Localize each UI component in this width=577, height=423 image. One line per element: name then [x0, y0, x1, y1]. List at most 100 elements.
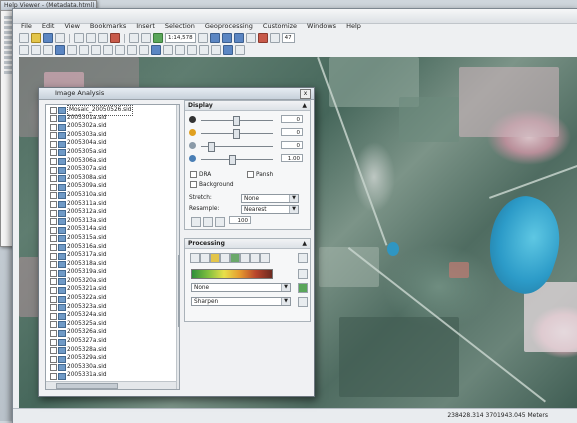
- paste-icon[interactable]: [98, 33, 108, 43]
- menu-windows[interactable]: Windows: [307, 21, 336, 32]
- layer-row[interactable]: 2005325a.sid: [46, 320, 179, 329]
- layer-row[interactable]: 2005308a.sid: [46, 174, 179, 183]
- processing-panel-header[interactable]: Processing ▲: [185, 239, 310, 249]
- layer-row[interactable]: 2005327a.sid: [46, 337, 179, 346]
- function-1-apply-icon[interactable]: [298, 283, 308, 293]
- hillshade-icon[interactable]: [240, 253, 250, 263]
- undo-icon[interactable]: [129, 33, 139, 43]
- layer-checkbox[interactable]: [50, 209, 57, 217]
- layer-checkbox[interactable]: [50, 115, 57, 123]
- apply-value-field[interactable]: 100: [229, 216, 259, 226]
- arctoolbox-icon[interactable]: [245, 33, 256, 43]
- slider-track[interactable]: [201, 159, 273, 160]
- layer-row[interactable]: 2005310a.sid: [46, 191, 179, 200]
- layer-row[interactable]: 2005309a.sid: [46, 182, 179, 191]
- layer-checkbox[interactable]: [50, 183, 57, 191]
- layer-list-horizontal-scrollbar[interactable]: [46, 381, 176, 389]
- layer-checkbox[interactable]: [50, 329, 57, 337]
- menu-bookmarks[interactable]: Bookmarks: [90, 21, 126, 32]
- add-data-icon[interactable]: [153, 33, 163, 43]
- function-select-1[interactable]: None ▼: [191, 283, 291, 292]
- search-window-icon[interactable]: [233, 33, 244, 43]
- ndvi-icon[interactable]: [230, 253, 240, 263]
- layer-row[interactable]: 2005318a.sid: [46, 260, 179, 269]
- layer-checkbox[interactable]: [50, 364, 57, 372]
- apply-swipe-icon[interactable]: [191, 217, 201, 227]
- layer-checkbox[interactable]: [50, 372, 57, 380]
- pansharpening-icon[interactable]: [260, 253, 270, 263]
- zoom-field[interactable]: 47: [281, 33, 295, 43]
- layer-checkbox[interactable]: [50, 166, 57, 174]
- copy-icon[interactable]: [86, 33, 96, 43]
- go-to-xy-icon[interactable]: [223, 45, 233, 55]
- layer-row[interactable]: 2005321a.sid: [46, 285, 179, 294]
- pansharpen-checkbox[interactable]: Pansh: [247, 171, 273, 178]
- collapse-icon[interactable]: ▲: [302, 239, 307, 248]
- layer-row[interactable]: 2005304a.sid: [46, 139, 179, 148]
- layer-row[interactable]: 2005301a.sid: [46, 114, 179, 123]
- layer-checkbox[interactable]: [50, 261, 57, 269]
- measure-icon[interactable]: [175, 45, 185, 55]
- layer-checkbox[interactable]: [50, 192, 57, 200]
- layer-checkbox[interactable]: [50, 304, 57, 312]
- layer-row[interactable]: 2005305a.sid: [46, 148, 179, 157]
- image-analysis-window[interactable]: Image Analysis x Mosaic_20050526.sid 2005…: [38, 87, 315, 397]
- slider-thumb[interactable]: [229, 155, 236, 165]
- layer-checkbox[interactable]: [50, 235, 57, 243]
- print-icon[interactable]: [55, 33, 65, 43]
- mosaic-icon[interactable]: [220, 253, 230, 263]
- layer-row[interactable]: 2005303a.sid: [46, 131, 179, 140]
- new-icon[interactable]: [19, 33, 29, 43]
- layer-checkbox[interactable]: [50, 286, 57, 294]
- stretch-select[interactable]: None ▼: [241, 194, 299, 203]
- menu-help[interactable]: Help: [346, 21, 361, 32]
- layer-row[interactable]: 2005302a.sid: [46, 122, 179, 131]
- fixed-zoom-in-icon[interactable]: [67, 45, 77, 55]
- slider-thumb[interactable]: [208, 142, 215, 152]
- menu-geoprocessing[interactable]: Geoprocessing: [205, 21, 253, 32]
- full-extent-icon[interactable]: [55, 45, 65, 55]
- resample-select[interactable]: Nearest ▼: [241, 205, 299, 214]
- layer-row[interactable]: 2005315a.sid: [46, 234, 179, 243]
- layer-checkbox[interactable]: [50, 278, 57, 286]
- delete-icon[interactable]: [110, 33, 120, 43]
- layer-row[interactable]: 2005306a.sid: [46, 157, 179, 166]
- slider-value[interactable]: 0: [281, 128, 303, 136]
- layer-row[interactable]: 2005319a.sid: [46, 268, 179, 277]
- map-scale-select[interactable]: 1:14,578: [165, 33, 196, 43]
- layer-checkbox[interactable]: [50, 218, 57, 226]
- layer-checkbox[interactable]: [50, 244, 57, 251]
- layer-row[interactable]: 2005322a.sid: [46, 294, 179, 303]
- layer-checkbox[interactable]: [50, 175, 57, 183]
- close-icon[interactable]: x: [300, 89, 311, 99]
- layer-row[interactable]: 2005326a.sid: [46, 328, 179, 337]
- clear-selection-icon[interactable]: [127, 45, 137, 55]
- menu-file[interactable]: File: [21, 21, 32, 32]
- flicker-icon[interactable]: [203, 217, 213, 227]
- display-panel-header[interactable]: Display ▲: [185, 101, 310, 111]
- layer-checkbox[interactable]: [50, 312, 57, 320]
- identify-icon[interactable]: [151, 45, 161, 55]
- layer-row[interactable]: 2005330a.sid: [46, 363, 179, 372]
- slider-thumb[interactable]: [232, 116, 240, 126]
- layer-row[interactable]: 2005312a.sid: [46, 208, 179, 217]
- zoom-out-icon[interactable]: [31, 45, 41, 55]
- layer-checkbox[interactable]: [50, 295, 57, 303]
- layer-row[interactable]: 2005323a.sid: [46, 303, 179, 312]
- hyperlink-icon[interactable]: [187, 45, 197, 55]
- layer-row[interactable]: 2005324a.sid: [46, 311, 179, 320]
- menu-view[interactable]: View: [64, 21, 79, 32]
- layer-checkbox[interactable]: [50, 355, 57, 363]
- processing-options-icon[interactable]: [298, 253, 308, 263]
- layer-row[interactable]: 2005320a.sid: [46, 277, 179, 286]
- layer-row[interactable]: 2005314a.sid: [46, 225, 179, 234]
- layer-row[interactable]: 2005307a.sid: [46, 165, 179, 174]
- layer-row[interactable]: 2005311a.sid: [46, 200, 179, 209]
- layer-checkbox[interactable]: [50, 321, 57, 329]
- layer-checkbox[interactable]: [50, 201, 57, 209]
- collapse-icon[interactable]: ▲: [302, 101, 307, 110]
- layer-list[interactable]: Mosaic_20050526.sid 2005301a.sid 2005302a.…: [45, 104, 180, 390]
- scrollbar-thumb[interactable]: [178, 255, 179, 327]
- layer-checkbox[interactable]: [50, 132, 57, 140]
- select-elements-icon[interactable]: [139, 45, 149, 55]
